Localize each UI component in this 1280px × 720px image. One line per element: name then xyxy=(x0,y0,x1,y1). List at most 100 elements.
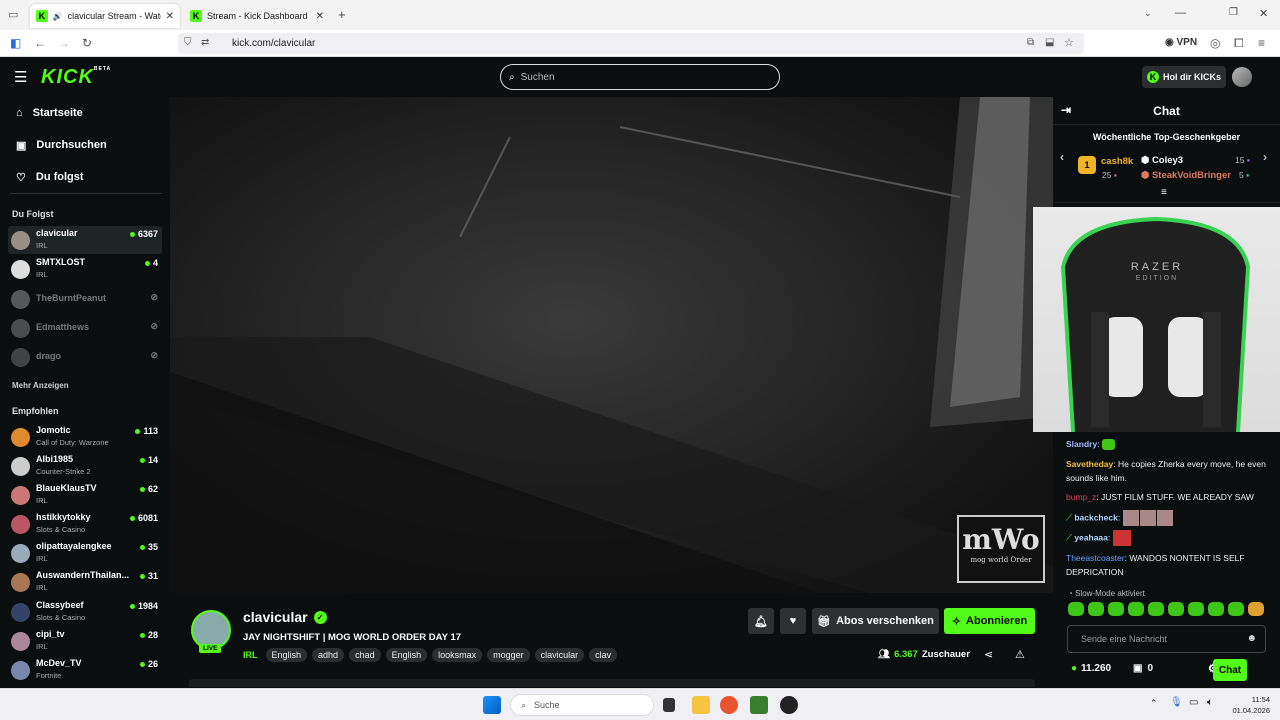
chat-username[interactable]: Savetheday xyxy=(1066,459,1113,469)
address-bar[interactable]: ⛉ ⇄ kick.com/clavicular ⧉ ⬓ ☆ xyxy=(178,33,1084,54)
gifter-name[interactable]: cash8k xyxy=(1101,156,1133,167)
back-icon[interactable]: ← xyxy=(34,36,46,50)
tag[interactable]: adhd xyxy=(312,648,345,662)
tag[interactable]: English xyxy=(385,648,428,662)
send-chat-button[interactable]: Chat xyxy=(1213,659,1247,681)
taskbar-search[interactable]: ⌕ Suche xyxy=(510,694,654,716)
url-text[interactable]: kick.com/clavicular xyxy=(232,38,315,49)
tag[interactable]: mogger xyxy=(487,648,530,662)
account-icon[interactable]: ◎ xyxy=(1210,36,1220,50)
tab-list-icon[interactable]: ▭ xyxy=(8,8,18,21)
tab-overflow-icon[interactable]: ⌄ xyxy=(1144,8,1152,19)
microphone-icon[interactable]: 🎙︎ xyxy=(1170,697,1183,708)
channel-recommended[interactable]: Jomotic Call of Duty: Warzone 113 xyxy=(8,423,162,451)
maximize-icon[interactable]: ❐ xyxy=(1229,7,1238,18)
sidebar-toggle-icon[interactable]: ◧ xyxy=(10,36,21,50)
show-more-link[interactable]: Mehr Anzeigen xyxy=(12,381,69,390)
expand-icon[interactable]: ≡ xyxy=(1161,187,1167,198)
emote-icon[interactable] xyxy=(1248,602,1264,616)
chat-username[interactable]: Slandry xyxy=(1066,439,1097,449)
emote-icon[interactable] xyxy=(1168,602,1184,616)
chat-username[interactable]: yeahaaa xyxy=(1074,532,1108,542)
streamer-name[interactable]: clavicular ✓ xyxy=(243,609,327,625)
gift-subs-button[interactable]: 🎁︎ Abos verschenken xyxy=(812,608,939,634)
channel-recommended[interactable]: hstikkytokky Slots & Casino 6081 xyxy=(8,510,162,538)
channel-clavicular[interactable]: clavicular IRL 6367 xyxy=(8,226,162,254)
chat-username[interactable]: bump_z xyxy=(1066,492,1096,502)
emote-icon[interactable] xyxy=(1128,602,1144,616)
volume-icon[interactable]: 🔈︎ xyxy=(1207,697,1213,708)
bookmark-star-icon[interactable]: ☆ xyxy=(1064,36,1074,49)
tag[interactable]: clav xyxy=(589,648,618,662)
video-player[interactable]: mWo mog world Order xyxy=(170,97,1053,593)
user-avatar[interactable] xyxy=(1232,67,1252,87)
tag[interactable]: looksmax xyxy=(432,648,483,662)
tag[interactable]: clavicular xyxy=(534,648,585,662)
close-tab-icon[interactable]: ✕ xyxy=(316,11,324,22)
emote-icon[interactable] xyxy=(1188,602,1204,616)
emote-icon[interactable] xyxy=(1208,602,1224,616)
search-input[interactable]: ⌕ Suchen xyxy=(500,64,780,90)
taskbar-clock[interactable]: 11:54 01.04.2026 xyxy=(1228,694,1270,716)
kick-logo[interactable]: KICKBETA xyxy=(41,66,111,89)
subscribe-button[interactable]: ✧ Abonnieren xyxy=(944,608,1035,634)
get-kicks-button[interactable]: K Hol dir KICKs xyxy=(1142,66,1226,88)
close-tab-icon[interactable]: ✕ xyxy=(166,11,174,22)
screenshot-icon[interactable]: ⧉ xyxy=(1027,37,1034,48)
obs-icon[interactable] xyxy=(780,696,798,714)
nav-du-folgst[interactable]: ♡ Du folgst xyxy=(16,167,84,187)
app-icon[interactable] xyxy=(750,696,768,714)
firefox-icon[interactable] xyxy=(720,696,738,714)
vpn-button[interactable]: ◉ VPN xyxy=(1165,37,1197,48)
kicks-balance[interactable]: ● 11.260 xyxy=(1071,663,1111,674)
reload-icon[interactable]: ↻ xyxy=(82,36,92,50)
share-icon[interactable]: ⋖ xyxy=(984,648,993,661)
site-info-icon[interactable]: ⇄ xyxy=(201,37,209,48)
task-view-icon[interactable] xyxy=(663,698,675,712)
channel-recommended[interactable]: McDev_TV Fortnite 26 xyxy=(8,656,162,684)
channel-recommended[interactable]: cipi_tv IRL 28 xyxy=(8,627,162,655)
chat-username[interactable]: Theeastcoaster xyxy=(1066,553,1125,563)
next-arrow-icon[interactable]: › xyxy=(1263,150,1267,164)
shield-icon[interactable]: ⛉ xyxy=(184,37,192,48)
emote-icon[interactable] xyxy=(1148,602,1164,616)
channel-recommended[interactable]: BlaueKlausTV IRL 62 xyxy=(8,481,162,509)
tray-chevron-icon[interactable]: ⌃ xyxy=(1150,698,1158,709)
gift-counter[interactable]: ▣ 0 xyxy=(1133,663,1153,674)
emote-icon[interactable] xyxy=(1068,602,1084,616)
minimize-icon[interactable]: — xyxy=(1175,7,1186,19)
tag[interactable]: English xyxy=(265,648,308,662)
channel-drago[interactable]: drago ⊘ xyxy=(8,343,162,371)
close-window-icon[interactable]: ✕ xyxy=(1259,7,1268,20)
menu-icon[interactable]: ≡ xyxy=(1258,36,1265,50)
download-icon[interactable]: ⬓ xyxy=(1045,37,1054,48)
channel-recommended[interactable]: Classybeef Slots & Casino 1984 xyxy=(8,598,162,626)
report-icon[interactable]: ⚠ xyxy=(1015,648,1025,661)
channel-recommended[interactable]: olipattayalengkee IRL 35 xyxy=(8,539,162,567)
notification-bell-button[interactable]: 🔔︎ xyxy=(748,608,774,634)
emote-icon[interactable] xyxy=(1108,602,1124,616)
channel-edmatthews[interactable]: Edmatthews ⊘ xyxy=(8,314,162,342)
emote-icon[interactable] xyxy=(1088,602,1104,616)
emoji-icon[interactable]: ☻ xyxy=(1246,633,1257,644)
browser-tab-dashboard[interactable]: K Stream - Kick Dashboard ✕ xyxy=(184,4,330,28)
follow-button[interactable]: ♥ xyxy=(780,608,806,634)
network-icon[interactable]: ▭ xyxy=(1189,697,1198,708)
emote-icon[interactable] xyxy=(1228,602,1244,616)
channel-recommended[interactable]: AuswandernThailan... IRL 31 xyxy=(8,568,162,596)
nav-startseite[interactable]: ⌂ Startseite xyxy=(16,103,83,123)
windows-start-icon[interactable] xyxy=(483,696,501,714)
nav-durchsuchen[interactable]: ▣ Durchsuchen xyxy=(16,135,107,155)
category-link[interactable]: IRL xyxy=(243,650,258,660)
tag[interactable]: chad xyxy=(349,648,381,662)
prev-arrow-icon[interactable]: ‹ xyxy=(1060,150,1064,164)
file-explorer-icon[interactable] xyxy=(692,696,710,714)
channel-theburntpeanut[interactable]: TheBurntPeanut ⊘ xyxy=(8,285,162,313)
forward-icon[interactable]: → xyxy=(58,36,70,50)
channel-recommended[interactable]: Albi1985 Counter-Strike 2 14 xyxy=(8,452,162,480)
new-tab-icon[interactable]: + xyxy=(338,7,346,22)
channel-smtxlost[interactable]: SMTXLOST IRL 4 xyxy=(8,255,162,283)
chat-username[interactable]: backcheck xyxy=(1074,512,1117,522)
extensions-icon[interactable]: ⧠ xyxy=(1234,36,1244,51)
collapse-chat-icon[interactable]: ⇥ xyxy=(1061,103,1071,117)
